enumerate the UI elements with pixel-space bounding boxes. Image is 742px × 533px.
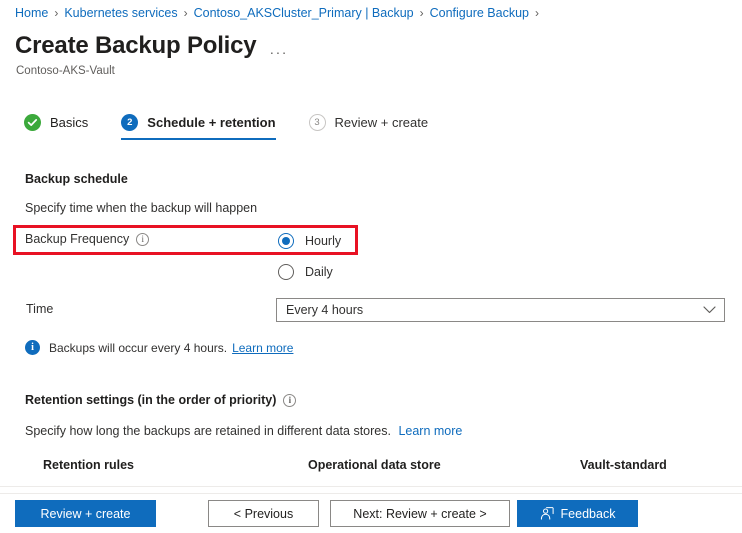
- backup-schedule-description: Specify time when the backup will happen: [25, 201, 258, 215]
- page-title: Create Backup Policy: [15, 32, 257, 59]
- radio-option-daily[interactable]: Daily: [278, 261, 341, 283]
- azure-portal-blade: Home › Kubernetes services › Contoso_AKS…: [0, 0, 742, 533]
- radio-button-daily[interactable]: [278, 264, 294, 280]
- previous-button[interactable]: < Previous: [208, 500, 319, 527]
- breadcrumb-separator-icon: ›: [535, 6, 539, 20]
- radio-option-hourly-label: Hourly: [305, 234, 342, 248]
- page-subtitle: Contoso-AKS-Vault: [16, 65, 115, 77]
- column-header-vault-standard: Vault-standard: [580, 458, 667, 472]
- feedback-button[interactable]: Feedback: [517, 500, 638, 527]
- feedback-button-label: Feedback: [560, 506, 616, 521]
- page-title-row: Create Backup Policy ···: [15, 31, 288, 61]
- breadcrumb-separator-icon: ›: [183, 6, 188, 20]
- column-header-retention-rules: Retention rules: [43, 458, 134, 472]
- info-banner-learn-more-link[interactable]: Learn more: [232, 341, 293, 355]
- info-banner-text: Backups will occur every 4 hours.: [49, 340, 228, 355]
- tab-basics-label: Basics: [50, 115, 89, 130]
- time-dropdown-value: Every 4 hours: [286, 303, 364, 317]
- review-create-button[interactable]: Review + create: [15, 500, 156, 527]
- backup-frequency-radio-group: Hourly Daily: [278, 230, 341, 292]
- feedback-person-icon: [540, 507, 554, 520]
- retention-table-header: Retention rules Operational data store V…: [0, 458, 742, 486]
- info-icon[interactable]: i: [283, 393, 297, 407]
- backup-frequency-label: Backup Frequency i: [25, 232, 150, 246]
- radio-option-daily-label: Daily: [305, 265, 333, 279]
- column-header-operational-data-store: Operational data store: [308, 458, 441, 472]
- breadcrumb-separator-icon: ›: [54, 6, 59, 20]
- time-dropdown[interactable]: Every 4 hours: [276, 298, 725, 322]
- tab-schedule-retention-label: Schedule + retention: [147, 115, 276, 130]
- time-label: Time: [26, 302, 54, 316]
- retention-settings-description-text: Specify how long the backups are retaine…: [25, 424, 391, 438]
- info-filled-icon: i: [25, 340, 40, 355]
- step-number-badge: 2: [121, 114, 139, 131]
- breadcrumb: Home › Kubernetes services › Contoso_AKS…: [15, 5, 545, 21]
- tab-review-create[interactable]: 3 Review + create: [308, 114, 429, 140]
- step-number-badge: 3: [308, 114, 326, 131]
- info-banner: i Backups will occur every 4 hours. Lear…: [25, 340, 293, 355]
- tab-review-create-label: Review + create: [334, 115, 429, 130]
- breadcrumb-item-kubernetes-services[interactable]: Kubernetes services: [64, 5, 177, 21]
- info-icon[interactable]: i: [136, 232, 150, 246]
- next-review-create-button[interactable]: Next: Review + create >: [330, 500, 510, 527]
- active-tab-underline: [121, 138, 276, 140]
- breadcrumb-item-configure-backup[interactable]: Configure Backup: [430, 5, 529, 21]
- tab-schedule-retention[interactable]: 2 Schedule + retention: [121, 114, 276, 140]
- wizard-steps: Basics 2 Schedule + retention 3 Review +…: [24, 114, 428, 140]
- retention-learn-more-link[interactable]: Learn more: [398, 424, 462, 438]
- command-bar: Review + create < Previous Next: Review …: [0, 493, 742, 533]
- breadcrumb-separator-icon: ›: [419, 6, 424, 20]
- backup-frequency-label-text: Backup Frequency: [25, 232, 130, 246]
- retention-settings-heading: Retention settings (in the order of prio…: [25, 393, 297, 407]
- tab-basics[interactable]: Basics: [24, 114, 88, 140]
- radio-button-hourly[interactable]: [278, 233, 294, 249]
- breadcrumb-item-cluster-backup[interactable]: Contoso_AKSCluster_Primary | Backup: [194, 5, 414, 21]
- backup-schedule-heading: Backup schedule: [25, 172, 128, 186]
- more-options-button[interactable]: ···: [269, 45, 288, 59]
- check-circle-icon: [24, 114, 41, 131]
- table-header-divider: [0, 486, 742, 487]
- breadcrumb-item-home[interactable]: Home: [15, 5, 48, 21]
- retention-settings-heading-text: Retention settings (in the order of prio…: [25, 393, 277, 407]
- retention-settings-description: Specify how long the backups are retaine…: [25, 424, 462, 438]
- chevron-down-icon: [703, 306, 716, 314]
- radio-option-hourly[interactable]: Hourly: [278, 230, 341, 252]
